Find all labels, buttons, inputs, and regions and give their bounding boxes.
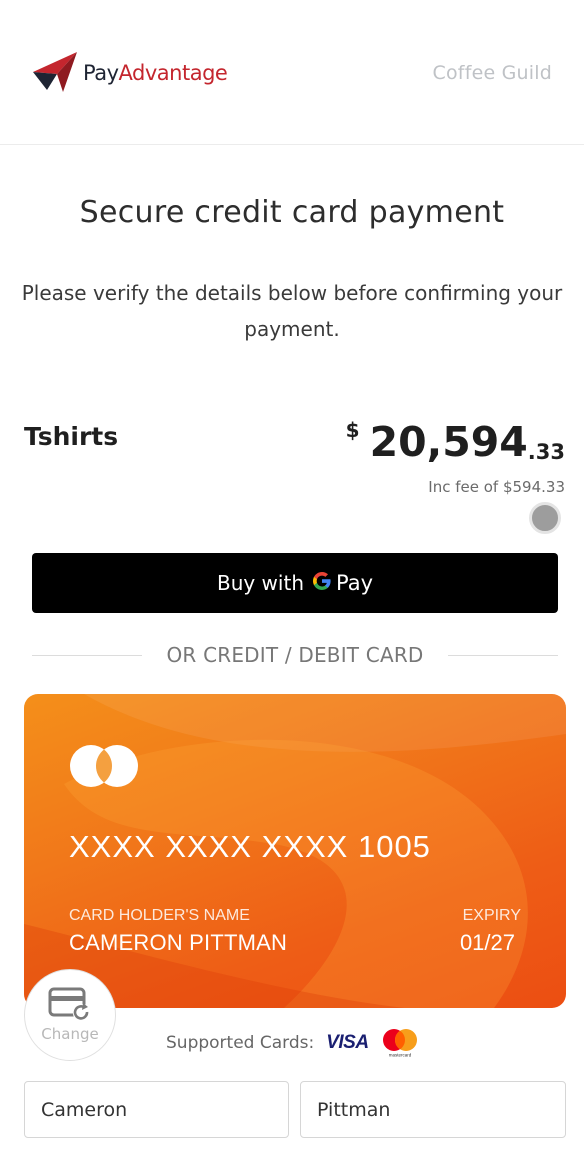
- supported-cards-label: Supported Cards:: [166, 1033, 315, 1053]
- card-number: XXXX XXXX XXXX 1005: [69, 829, 431, 864]
- change-label: Change: [41, 1025, 99, 1043]
- payadvantage-logo: PayAdvantage: [33, 52, 228, 92]
- page-title: Secure credit card payment: [79, 195, 505, 230]
- currency-symbol: $: [345, 418, 360, 442]
- card-holder-label: CARD HOLDER'S NAME: [69, 907, 250, 924]
- fee-note: Inc fee of $594.33: [428, 478, 565, 496]
- header: PayAdvantage Coffee Guild: [0, 0, 584, 145]
- card-refresh-icon: [48, 987, 91, 1022]
- or-divider: OR CREDIT / DEBIT CARD: [32, 640, 559, 670]
- paper-plane-logo-icon: [33, 52, 77, 92]
- logo-text-advantage: Advantage: [118, 61, 228, 85]
- google-g-icon: [312, 571, 332, 596]
- mastercard-wordmark: mastercard: [388, 1053, 411, 1058]
- last-name-input[interactable]: [300, 1081, 566, 1138]
- divider-text: OR CREDIT / DEBIT CARD: [166, 643, 424, 667]
- visa-logo: VISA: [326, 1032, 369, 1053]
- mastercard-logo-icon: mastercard: [382, 1029, 417, 1058]
- change-card-button[interactable]: Change: [24, 969, 116, 1061]
- logo-text: PayAdvantage: [83, 61, 228, 85]
- divider-line-right: [447, 654, 559, 656]
- mastercard-outline-icon: [70, 745, 138, 787]
- credit-card-preview: XXXX XXXX XXXX 1005 CARD HOLDER'S NAME C…: [24, 694, 566, 1008]
- payment-amount: $ 20,594 .33: [346, 416, 565, 468]
- supported-cards: Supported Cards: VISA mastercard: [166, 1028, 419, 1058]
- google-pay-button[interactable]: Buy with Pay: [32, 553, 558, 613]
- page-subtitle: Please verify the details below before c…: [21, 281, 563, 341]
- logo-text-pay: Pay: [83, 61, 119, 85]
- expiry-label: EXPIRY: [462, 907, 521, 924]
- amount-whole: 20,594: [369, 418, 528, 466]
- first-name-input[interactable]: [24, 1081, 289, 1138]
- merchant-name: Coffee Guild: [432, 62, 552, 84]
- card-holder-name: CAMERON PITTMAN: [69, 930, 288, 955]
- product-name: Tshirts: [24, 422, 119, 451]
- gpay-pay-word: Pay: [336, 571, 374, 595]
- gpay-label: Buy with: [216, 571, 304, 595]
- amount-cents: .33: [527, 440, 565, 464]
- cursor-indicator: [529, 502, 561, 534]
- expiry-value: 01/27: [459, 930, 515, 955]
- divider-line-left: [32, 654, 143, 656]
